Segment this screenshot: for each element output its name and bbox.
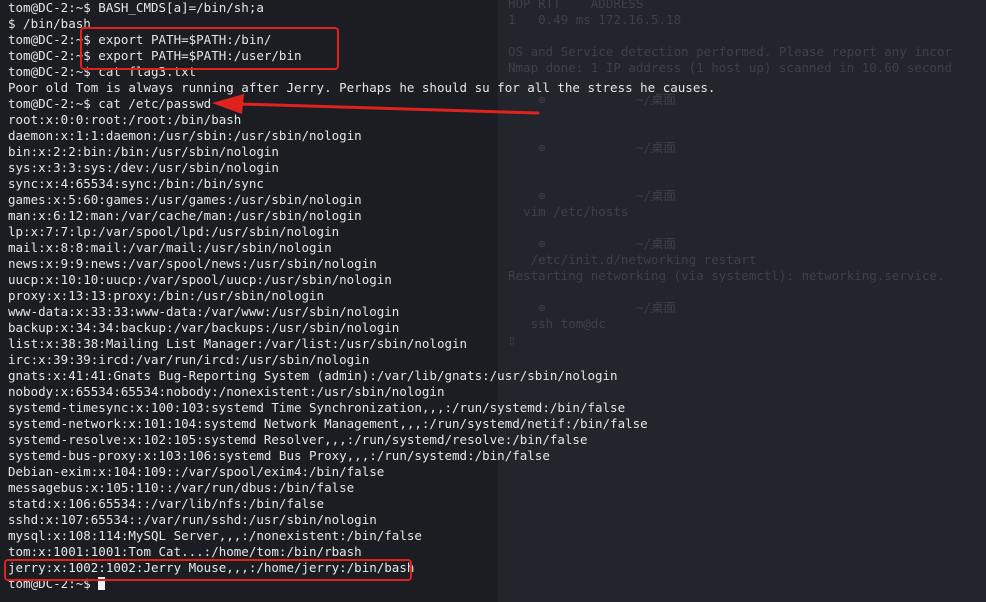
export-path-highlight-box [80, 27, 339, 70]
terminal-line: sync:x:4:65534:sync:/bin:/bin/sync [8, 176, 264, 191]
terminal-line: Debian-exim:x:104:109::/var/spool/exim4:… [8, 464, 385, 479]
terminal-line: mail:x:8:8:mail:/var/mail:/usr/sbin/nolo… [8, 240, 332, 255]
terminal-line: news:x:9:9:news:/var/spool/news:/usr/sbi… [8, 256, 377, 271]
terminal-line: systemd-timesync:x:100:103:systemd Time … [8, 400, 626, 415]
terminal-line: gnats:x:41:41:Gnats Bug-Reporting System… [8, 368, 618, 383]
terminal-line: Poor old Tom is always running after Jer… [8, 80, 716, 95]
terminal-line: $ /bin/bash [8, 16, 91, 31]
jerry-entry-highlight-box [4, 559, 412, 581]
terminal-line: backup:x:34:34:backup:/var/backups:/usr/… [8, 320, 400, 335]
terminal-line: lp:x:7:7:lp:/var/spool/lpd:/usr/sbin/nol… [8, 224, 340, 239]
terminal-line: systemd-bus-proxy:x:103:106:systemd Bus … [8, 448, 550, 463]
terminal-line: man:x:6:12:man:/var/cache/man:/usr/sbin/… [8, 208, 362, 223]
terminal-line: sys:x:3:3:sys:/dev:/usr/sbin/nologin [8, 160, 279, 175]
terminal-line: www-data:x:33:33:www-data:/var/www:/usr/… [8, 304, 400, 319]
terminal-line: root:x:0:0:root:/root:/bin/bash [8, 112, 242, 127]
terminal-line: proxy:x:13:13:proxy:/bin:/usr/sbin/nolog… [8, 288, 325, 303]
terminal-line: tom:x:1001:1001:Tom Cat...:/home/tom:/bi… [8, 544, 362, 559]
terminal-line: messagebus:x:105:110::/var/run/dbus:/bin… [8, 480, 355, 495]
terminal-line: irc:x:39:39:ircd:/var/run/ircd:/usr/sbin… [8, 352, 370, 367]
terminal-line: tom@DC-2:~$ cat /etc/passwd [8, 96, 212, 111]
terminal-line: games:x:5:60:games:/usr/games:/usr/sbin/… [8, 192, 362, 207]
terminal-line: statd:x:106:65534::/var/lib/nfs:/bin/fal… [8, 496, 325, 511]
terminal-line: systemd-resolve:x:102:105:systemd Resolv… [8, 432, 588, 447]
terminal-line: daemon:x:1:1:daemon:/usr/sbin:/usr/sbin/… [8, 128, 362, 143]
terminal-line: uucp:x:10:10:uucp:/var/spool/uucp:/usr/s… [8, 272, 392, 287]
terminal-line: list:x:38:38:Mailing List Manager:/var/l… [8, 336, 468, 351]
terminal-line: systemd-network:x:101:104:systemd Networ… [8, 416, 648, 431]
terminal-line: nobody:x:65534:65534:nobody:/nonexistent… [8, 384, 445, 399]
terminal-line: mysql:x:108:114:MySQL Server,,,:/nonexis… [8, 528, 422, 543]
terminal-line: tom@DC-2:~$ BASH_CMDS[a]=/bin/sh;a [8, 0, 264, 15]
terminal-line: sshd:x:107:65534::/var/run/sshd:/usr/sbi… [8, 512, 377, 527]
terminal-window[interactable]: tom@DC-2:~$ BASH_CMDS[a]=/bin/sh;a $ /bi… [0, 0, 986, 602]
terminal-line: bin:x:2:2:bin:/bin:/usr/sbin/nologin [8, 144, 279, 159]
